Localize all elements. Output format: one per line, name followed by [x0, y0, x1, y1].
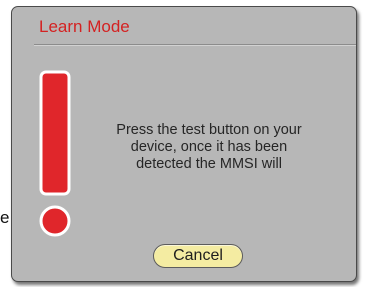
background-text-fragment: e	[0, 208, 10, 227]
title-divider	[34, 44, 356, 46]
cancel-button[interactable]: Cancel	[153, 244, 243, 268]
message-line: device, once it has been	[130, 139, 288, 155]
dialog-titlebar: Learn Mode	[12, 7, 356, 46]
dialog-message: Press the test button on your device, on…	[84, 122, 334, 173]
dialog-title: Learn Mode	[39, 17, 130, 36]
exclamation-icon	[39, 70, 71, 237]
message-line: detected the MMSI will	[136, 156, 282, 172]
learn-mode-dialog: Learn Mode Press the test button on your…	[11, 6, 357, 282]
message-line: Press the test button on your	[116, 122, 302, 138]
